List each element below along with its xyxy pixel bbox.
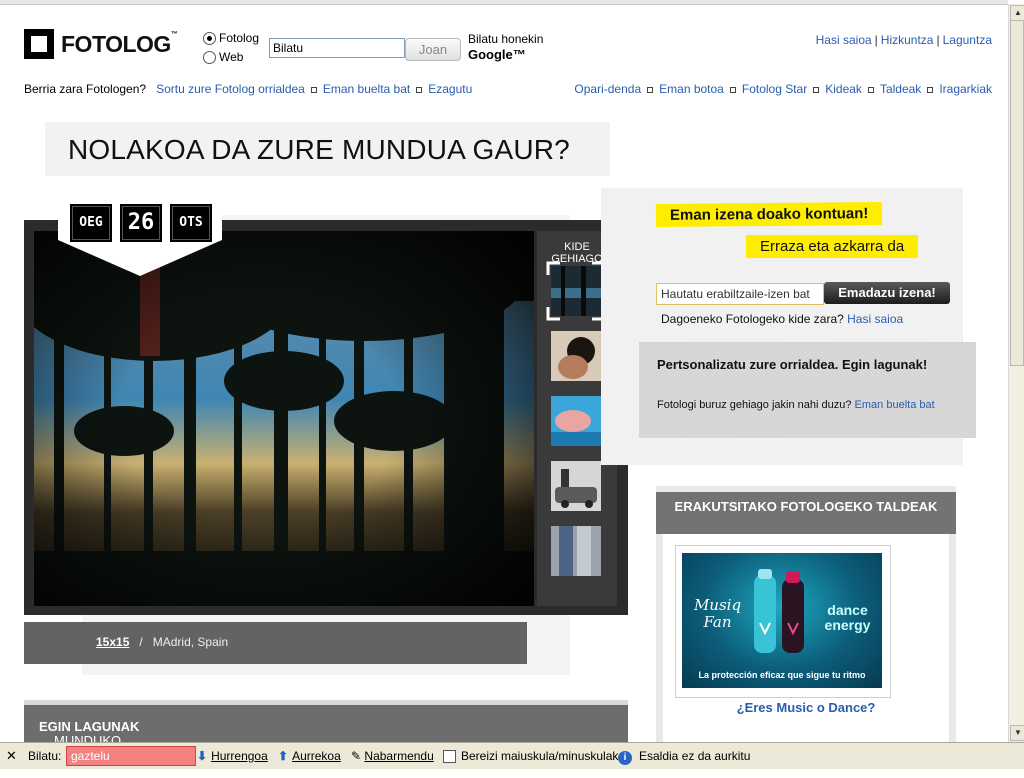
take-tour-link[interactable]: Eman buelta bat bbox=[323, 82, 410, 96]
login-link[interactable]: Hasi saioa bbox=[816, 33, 872, 47]
logo-square-icon bbox=[24, 29, 54, 59]
vote-link[interactable]: Eman botoa bbox=[659, 82, 724, 96]
find-previous-button[interactable]: ⬆ Aurrekoa bbox=[278, 749, 341, 763]
ads-link[interactable]: Iragarkiak bbox=[939, 82, 992, 96]
username-input[interactable]: Hautatu erabiltzaile-izen bat bbox=[656, 283, 824, 305]
member-thumbnail-2[interactable] bbox=[551, 331, 601, 381]
signup-button[interactable]: Emadazu izena! bbox=[824, 282, 950, 304]
radio-web[interactable]: Web bbox=[203, 48, 259, 67]
search-go-button[interactable]: Joan bbox=[405, 38, 461, 61]
signup-subheadline: Erraza eta azkarra da bbox=[746, 235, 919, 258]
scrollbar-thumb[interactable] bbox=[1010, 20, 1024, 366]
search-scope: Fotolog Web bbox=[203, 29, 259, 67]
find-bar-close-icon[interactable]: ✕ bbox=[6, 748, 17, 764]
highlight-all-button[interactable]: ✎ Nabarmendu bbox=[351, 749, 434, 763]
personalize-text: Fotologi buruz gehiago jakin nahi duzu? … bbox=[657, 399, 935, 411]
fotolog-star-link[interactable]: Fotolog Star bbox=[742, 82, 807, 96]
bullet-icon bbox=[813, 86, 820, 93]
date-day: 26 bbox=[120, 204, 162, 242]
featured-photo[interactable] bbox=[34, 231, 534, 606]
arrow-down-icon: ⬇ bbox=[197, 749, 208, 763]
rexona-ad-image[interactable]: Musiq Fan dance energy La protección efi… bbox=[682, 553, 882, 688]
ad-tagline: La protección eficaz que sigue tu ritmo bbox=[698, 670, 866, 680]
date-weekday: OEG bbox=[70, 204, 112, 242]
find-bar: ✕ Bilatu: gaztelu ⬇ Hurrengoa ⬆ Aurrekoa ✎… bbox=[0, 742, 1024, 769]
member-thumbnail-5[interactable] bbox=[551, 526, 601, 576]
bullet-icon bbox=[729, 86, 736, 93]
members-link[interactable]: Kideak bbox=[825, 82, 862, 96]
create-page-link[interactable]: Sortu zure Fotolog orrialdea bbox=[156, 82, 305, 96]
radio-selected-icon[interactable] bbox=[203, 32, 216, 46]
ad-dance-energy-text: dance energy bbox=[824, 602, 871, 633]
login-link-2[interactable]: Hasi saioa bbox=[847, 312, 903, 326]
take-tour-link-2[interactable]: Eman buelta bat bbox=[855, 399, 935, 411]
vertical-scrollbar[interactable]: ▲ ▼ bbox=[1008, 4, 1024, 742]
signup-headline: Eman izena doako kontuan! bbox=[655, 202, 883, 227]
find-status: i Esaldia ez da aurkitu bbox=[618, 749, 750, 765]
photo-user-link[interactable]: 15x15 bbox=[96, 635, 129, 649]
search-input[interactable]: Bilatu bbox=[269, 38, 405, 58]
subnav-right: Opari-denda Eman botoa Fotolog Star Kideak T… bbox=[574, 82, 992, 96]
page-headline: NOLAKOA DA ZURE MUNDUA GAUR? bbox=[68, 134, 570, 165]
scroll-up-arrow-icon[interactable]: ▲ bbox=[1010, 5, 1024, 21]
make-friends-bar: EGIN LAGUNAK MUNDUKO EDOZEIN TXOKOTAN bbox=[24, 700, 628, 778]
radio-unselected-icon[interactable] bbox=[203, 51, 216, 65]
scroll-down-arrow-icon[interactable]: ▼ bbox=[1010, 725, 1024, 741]
fotolog-logo[interactable]: FOTOLOG™ bbox=[24, 26, 178, 62]
photo-caption-bar: 15x15 / MAdrid, Spain bbox=[24, 622, 527, 664]
ad-link[interactable]: ¿Eres Music o Dance? bbox=[656, 700, 956, 715]
search-with-label: Bilatu honekin bbox=[468, 32, 544, 46]
arrow-up-icon: ⬆ bbox=[278, 749, 289, 763]
bullet-icon bbox=[416, 86, 423, 93]
featured-groups-header: ERAKUTSITAKO FOTOLOGEKO TALDEAK bbox=[656, 492, 956, 534]
window-top-border bbox=[0, 0, 1008, 5]
member-thumbnail-3[interactable] bbox=[551, 396, 601, 446]
bullet-icon bbox=[647, 86, 654, 93]
member-thumbnail-4[interactable] bbox=[551, 461, 601, 511]
separator: | bbox=[874, 33, 878, 47]
discover-link[interactable]: Ezagutu bbox=[428, 82, 472, 96]
help-link[interactable]: Laguntza bbox=[943, 33, 992, 47]
logo-text: FOTOLOG™ bbox=[61, 30, 178, 57]
bullet-icon bbox=[867, 86, 874, 93]
subnav-left: Berria zara Fotologen? Sortu zure Fotolo… bbox=[24, 82, 472, 96]
ad-music-fan-text: Musiq Fan bbox=[693, 596, 742, 631]
photo-location: MAdrid, Spain bbox=[152, 635, 229, 649]
gift-shop-link[interactable]: Opari-denda bbox=[574, 82, 641, 96]
highlighter-icon: ✎ bbox=[351, 749, 362, 763]
personalize-title: Pertsonalizatu zure orrialdea. Egin lagu… bbox=[657, 357, 928, 372]
find-next-button[interactable]: ⬇ Hurrengoa bbox=[197, 749, 268, 763]
separator: | bbox=[936, 33, 940, 47]
match-case-checkbox[interactable]: Bereizi maiuskula/minuskulak bbox=[443, 749, 618, 764]
google-logo: Google™ bbox=[468, 47, 526, 62]
date-month: OTS bbox=[170, 204, 212, 242]
groups-link[interactable]: Taldeak bbox=[880, 82, 921, 96]
bullet-icon bbox=[310, 86, 317, 93]
find-input[interactable]: gaztelu bbox=[66, 746, 196, 766]
personalize-box: Pertsonalizatu zure orrialdea. Egin lagu… bbox=[639, 342, 976, 438]
new-user-text: Berria zara Fotologen? bbox=[24, 82, 147, 96]
info-icon: i bbox=[618, 751, 632, 765]
find-label: Bilatu: bbox=[28, 749, 62, 763]
already-member-text: Dagoeneko Fotologeko kide zara? Hasi sai… bbox=[661, 312, 904, 326]
checkbox-icon[interactable] bbox=[443, 750, 456, 764]
forest-photo-image bbox=[34, 231, 534, 606]
top-links: Hasi saioa | Hizkuntza | Laguntza bbox=[816, 33, 992, 47]
make-friends-title: EGIN LAGUNAK MUNDUKO EDOZEIN TXOKOTAN bbox=[39, 719, 140, 778]
language-link[interactable]: Hizkuntza bbox=[881, 33, 934, 47]
photo-caption: 15x15 / MAdrid, Spain bbox=[96, 635, 229, 649]
selected-thumbnail-brackets bbox=[546, 261, 606, 321]
headline-box: NOLAKOA DA ZURE MUNDUA GAUR? bbox=[45, 122, 610, 176]
bullet-icon bbox=[927, 86, 934, 93]
radio-fotolog[interactable]: Fotolog bbox=[203, 29, 259, 48]
search-with-google: Bilatu honekin Google™ bbox=[468, 32, 543, 62]
